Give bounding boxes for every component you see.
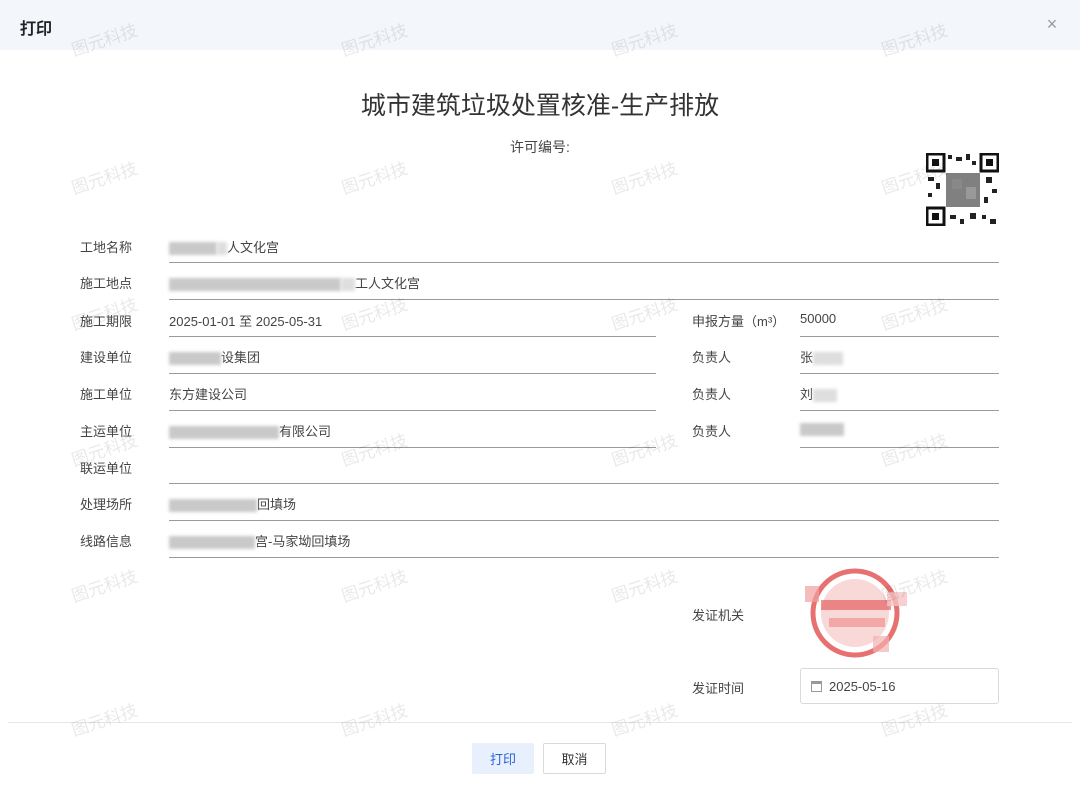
route-value: 宫-马家坳回填场 xyxy=(169,531,350,550)
watermark: 图元科技 xyxy=(609,566,680,606)
site-name-value: 人文化宫 xyxy=(169,237,279,256)
watermark: 图元科技 xyxy=(69,566,140,606)
builder-value: 设集团 xyxy=(169,347,260,366)
watermark: 图元科技 xyxy=(609,700,680,740)
joint-transport-label: 联运单位 xyxy=(80,461,133,476)
contractor-label: 施工单位 xyxy=(80,387,133,402)
site-address-value: 工人文化宫 xyxy=(169,273,420,292)
contractor-value: 东方建设公司 xyxy=(169,387,248,402)
contractor-contact-label: 负责人 xyxy=(692,387,732,402)
builder-contact-value: 张 xyxy=(800,347,844,366)
divider xyxy=(800,336,999,337)
watermark: 图元科技 xyxy=(609,294,680,334)
watermark: 图元科技 xyxy=(609,430,680,470)
qr-code-icon xyxy=(926,153,999,226)
dialog-title: 打印 xyxy=(20,21,53,38)
footer-divider xyxy=(8,722,1072,723)
watermark: 图元科技 xyxy=(69,158,140,198)
document-title: 城市建筑垃圾处置核准-生产排放 xyxy=(360,92,720,120)
site-name-label: 工地名称 xyxy=(80,240,133,255)
disposal-site-label: 处理场所 xyxy=(80,497,133,512)
main-transport-value: 有限公司 xyxy=(169,421,331,440)
watermark: 图元科技 xyxy=(879,430,950,470)
cancel-button[interactable]: 取消 xyxy=(543,743,606,774)
divider xyxy=(169,483,999,484)
volume-value: 50000 xyxy=(800,311,837,326)
divider xyxy=(169,299,999,300)
dialog-header: 打印 × xyxy=(0,0,1080,50)
disposal-site-value: 回填场 xyxy=(169,494,296,513)
watermark: 图元科技 xyxy=(879,294,950,334)
divider xyxy=(169,447,656,448)
close-icon[interactable]: × xyxy=(1042,13,1062,35)
divider xyxy=(800,373,999,374)
divider xyxy=(800,447,999,448)
divider xyxy=(169,262,999,263)
divider xyxy=(169,373,656,374)
main-transport-contact-value xyxy=(800,421,844,437)
official-seal-icon xyxy=(805,568,907,658)
watermark: 图元科技 xyxy=(339,294,410,334)
watermark: 图元科技 xyxy=(339,430,410,470)
route-label: 线路信息 xyxy=(80,534,133,549)
issue-date-value: 2025-05-16 xyxy=(829,679,896,694)
watermark: 图元科技 xyxy=(339,566,410,606)
divider xyxy=(169,520,999,521)
issue-date-field[interactable]: 2025-05-16 xyxy=(800,668,999,704)
watermark: 图元科技 xyxy=(339,158,410,198)
site-address-label: 施工地点 xyxy=(80,276,133,291)
divider xyxy=(800,410,999,411)
watermark: 图元科技 xyxy=(609,158,680,198)
main-transport-contact-label: 负责人 xyxy=(692,424,732,439)
contractor-contact-value: 刘 xyxy=(800,384,838,403)
calendar-icon xyxy=(811,681,822,692)
issue-date-label: 发证时间 xyxy=(692,681,745,696)
divider xyxy=(169,410,656,411)
period-value: 2025-01-01 至 2025-05-31 xyxy=(169,314,323,329)
period-label: 施工期限 xyxy=(80,314,133,329)
watermark: 图元科技 xyxy=(339,700,410,740)
issuer-label: 发证机关 xyxy=(692,608,745,623)
print-button[interactable]: 打印 xyxy=(472,743,534,774)
divider xyxy=(169,557,999,558)
volume-label: 申报方量（m³） xyxy=(692,314,786,329)
permit-number-label: 许可编号: xyxy=(510,139,570,155)
main-transport-label: 主运单位 xyxy=(80,424,133,439)
permit-number: 许可编号: xyxy=(0,137,1080,157)
divider xyxy=(169,336,656,337)
builder-contact-label: 负责人 xyxy=(692,350,732,365)
builder-label: 建设单位 xyxy=(80,350,133,365)
watermark: 图元科技 xyxy=(69,700,140,740)
